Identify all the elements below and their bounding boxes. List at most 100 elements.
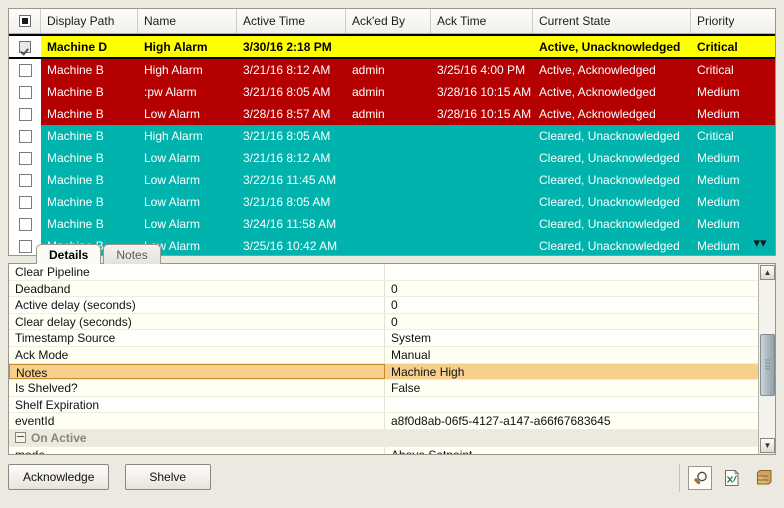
scrollbar-grip-icon (765, 360, 770, 371)
cell-acked-by (346, 235, 431, 256)
property-key: On Active (9, 430, 385, 446)
table-row[interactable]: Machine BLow Alarm3/28/16 8:57 AMadmin3/… (9, 103, 775, 125)
table-row[interactable]: Machine BHigh Alarm3/21/16 8:12 AMadmin3… (9, 59, 775, 81)
row-select-cell[interactable] (9, 191, 41, 213)
row-select-checkbox[interactable] (19, 86, 32, 99)
row-select-cell[interactable] (9, 36, 41, 57)
cell-acked-by (346, 36, 431, 57)
property-row[interactable]: Shelf Expiration (9, 397, 758, 414)
footer-icon-bar (679, 464, 776, 492)
magnifier-search-icon[interactable] (688, 466, 712, 490)
table-row[interactable]: Machine BLow Alarm3/22/16 11:45 AMCleare… (9, 169, 775, 191)
property-row[interactable]: Timestamp SourceSystem (9, 330, 758, 347)
scroll-down-arrow-icon[interactable]: ▼ (760, 438, 775, 453)
cell-active-time: 3/21/16 8:05 AM (237, 191, 346, 213)
shelve-button[interactable]: Shelve (125, 464, 211, 490)
column-header-active-time[interactable]: Active Time (237, 9, 346, 33)
property-group-header[interactable]: On Active (9, 430, 758, 447)
property-row[interactable]: Clear delay (seconds)0 (9, 314, 758, 331)
property-value[interactable] (385, 264, 758, 280)
cell-name: Low Alarm (138, 213, 237, 235)
property-value[interactable]: Manual (385, 347, 758, 363)
row-select-checkbox[interactable] (19, 218, 32, 231)
cell-priority: Medium (691, 169, 775, 191)
property-row[interactable]: Ack ModeManual (9, 347, 758, 364)
cell-display-path: Machine D (41, 36, 138, 57)
table-row[interactable]: Machine BLow Alarm3/21/16 8:12 AMCleared… (9, 147, 775, 169)
select-all-checkbox[interactable] (19, 15, 31, 27)
row-select-checkbox[interactable] (19, 41, 31, 53)
property-value[interactable]: False (385, 380, 758, 396)
tab-notes[interactable]: Notes (103, 244, 160, 264)
database-table-icon[interactable] (752, 466, 776, 490)
property-value[interactable]: System (385, 330, 758, 346)
property-row[interactable]: modeAbove Setpoint (9, 447, 758, 454)
cell-priority: Medium (691, 147, 775, 169)
property-value[interactable]: 0 (385, 281, 758, 297)
property-row[interactable]: Active delay (seconds)0 (9, 297, 758, 314)
property-value[interactable]: Machine High (385, 364, 758, 380)
cell-ack-time: 3/25/16 4:00 PM (431, 59, 533, 81)
row-select-cell[interactable] (9, 213, 41, 235)
cell-ack-time (431, 36, 533, 57)
row-select-checkbox[interactable] (19, 108, 32, 121)
column-header-ack-time[interactable]: Ack Time (431, 9, 533, 33)
property-value[interactable]: 0 (385, 314, 758, 330)
column-header-name[interactable]: Name (138, 9, 237, 33)
property-key: Deadband (9, 281, 385, 297)
column-header-current-state[interactable]: Current State (533, 9, 691, 33)
cell-name: Low Alarm (138, 103, 237, 125)
cell-current-state: Cleared, Unacknowledged (533, 191, 691, 213)
row-select-checkbox[interactable] (19, 130, 32, 143)
table-row[interactable]: Machine DHigh Alarm3/30/16 2:18 PMActive… (9, 34, 775, 59)
scrollbar-thumb[interactable] (760, 334, 775, 396)
scroll-up-arrow-icon[interactable]: ▲ (760, 265, 775, 280)
property-row[interactable]: NotesMachine High (9, 364, 758, 381)
property-row[interactable]: eventIda8f0d8ab-06f5-4127-a147-a66f67683… (9, 413, 758, 430)
row-select-checkbox[interactable] (19, 174, 32, 187)
property-value[interactable]: 0 (385, 297, 758, 313)
row-select-cell[interactable] (9, 81, 41, 103)
column-header-priority[interactable]: Priority (691, 9, 775, 33)
spreadsheet-export-icon[interactable] (720, 466, 744, 490)
property-value[interactable] (385, 430, 758, 446)
property-row[interactable]: Is Shelved?False (9, 380, 758, 397)
row-select-checkbox[interactable] (19, 196, 32, 209)
details-panel: Clear PipelineDeadband0Active delay (sec… (8, 263, 776, 455)
property-value[interactable]: a8f0d8ab-06f5-4127-a147-a66f67683645 (385, 413, 758, 429)
row-select-checkbox[interactable] (19, 240, 32, 253)
column-header-acked-by[interactable]: Ack'ed By (346, 9, 431, 33)
alarm-table-header: Display Path Name Active Time Ack'ed By … (9, 9, 775, 34)
cell-priority: Medium (691, 81, 775, 103)
row-select-cell[interactable] (9, 147, 41, 169)
table-row[interactable]: Machine B:pw Alarm3/21/16 8:05 AMadmin3/… (9, 81, 775, 103)
tab-details[interactable]: Details (36, 244, 101, 264)
cell-active-time: 3/22/16 11:45 AM (237, 169, 346, 191)
property-key: Active delay (seconds) (9, 297, 385, 313)
cell-active-time: 3/21/16 8:05 AM (237, 125, 346, 147)
details-vertical-scrollbar[interactable]: ▲ ▼ (758, 264, 775, 454)
row-select-cell[interactable] (9, 103, 41, 125)
property-value[interactable] (385, 397, 758, 413)
column-header-display-path[interactable]: Display Path (41, 9, 138, 33)
acknowledge-button[interactable]: Acknowledge (8, 464, 109, 490)
cell-current-state: Cleared, Unacknowledged (533, 213, 691, 235)
table-row[interactable]: Machine BLow Alarm3/21/16 8:05 AMCleared… (9, 191, 775, 213)
cell-display-path: Machine B (41, 191, 138, 213)
cell-active-time: 3/30/16 2:18 PM (237, 36, 346, 57)
select-all-header-cell[interactable] (9, 9, 41, 33)
row-select-checkbox[interactable] (19, 152, 32, 165)
property-value[interactable]: Above Setpoint (385, 447, 758, 454)
property-key: Is Shelved? (9, 380, 385, 396)
table-row[interactable]: Machine BHigh Alarm3/21/16 8:05 AMCleare… (9, 125, 775, 147)
row-select-cell[interactable] (9, 169, 41, 191)
row-select-cell[interactable] (9, 125, 41, 147)
property-row[interactable]: Clear Pipeline (9, 264, 758, 281)
collapse-minus-icon[interactable] (15, 432, 26, 443)
table-row[interactable]: Machine BLow Alarm3/24/16 11:58 AMCleare… (9, 213, 775, 235)
property-row[interactable]: Deadband0 (9, 281, 758, 298)
property-key: Timestamp Source (9, 330, 385, 346)
chevron-double-down-icon[interactable]: ▾▾ (749, 231, 771, 253)
row-select-checkbox[interactable] (19, 64, 32, 77)
row-select-cell[interactable] (9, 59, 41, 81)
